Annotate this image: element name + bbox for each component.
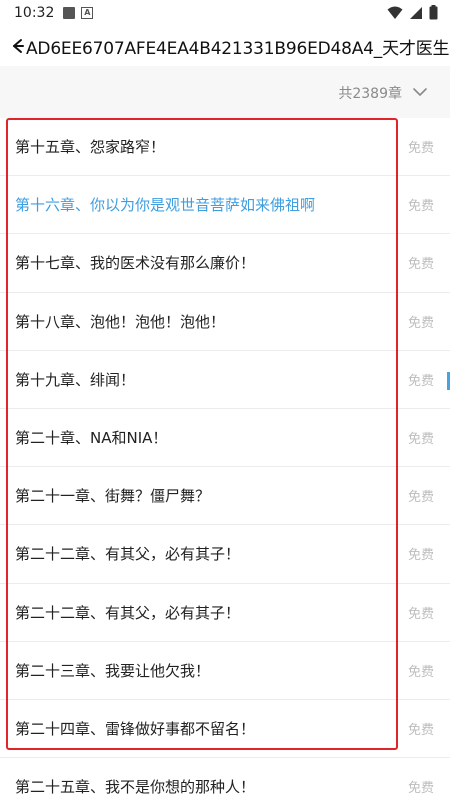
free-badge: 免费 [407,722,434,738]
page-title: AD6EE6707AFE4EA4B421331B96ED48A4_天才医生 [26,38,450,59]
chapter-row[interactable]: 第二十一章、街舞？僵尸舞？ 免费 [0,467,450,526]
free-badge: 免费 [407,432,434,448]
signal-icon [410,6,422,19]
chapter-row[interactable]: 第十五章、怨家路窄！ 免费 [0,118,450,177]
chapter-row[interactable]: 第十六章、你以为你是观世音菩萨如来佛祖啊 免费 [0,176,450,235]
wifi-icon [387,6,403,19]
battery-icon [429,5,438,20]
chapter-title: 第十七章、我的医术没有那么廉价！ [15,254,256,273]
free-badge: 免费 [407,141,434,157]
notification-square-icon [63,7,76,19]
chapter-title: 第十九章、绯闻！ [15,370,136,389]
free-badge: 免费 [407,781,434,797]
chapter-row[interactable]: 第二十三章、我要让他欠我！ 免费 [0,642,450,700]
chapter-title: 第二十二章、有其父，必有其子！ [15,603,241,622]
free-badge: 免费 [407,606,434,622]
chapter-title: 第二十四章、雷锋做好事都不留名！ [15,719,256,738]
chapter-title: 第二十一章、街舞？僵尸舞？ [15,487,211,506]
chapter-row[interactable]: 第二十章、NA和NIA！ 免费 [0,409,450,468]
free-badge: 免费 [407,315,434,331]
free-badge: 免费 [407,257,434,273]
chapter-title: 第十八章、泡他！泡他！泡他！ [15,312,226,331]
chapter-row[interactable]: 第二十二章、有其父，必有其子！ 免费 [0,584,450,642]
chapter-row[interactable]: 第十七章、我的医术没有那么廉价！ 免费 [0,234,450,293]
chapter-row[interactable]: 第十九章、绯闻！ 免费 [0,351,450,409]
toolbar: AD6EE6707AFE4EA4B421331B96ED48A4_天才医生 [0,26,450,66]
status-time: 10:32 [14,5,55,21]
chapter-title: 第二十章、NA和NIA！ [15,429,168,448]
back-arrow-icon [13,39,24,53]
list-header: 共2389章 [0,66,450,118]
chapter-row[interactable]: 第二十二章、有其父，必有其子！ 免费 [0,525,450,584]
chapter-row[interactable]: 第二十五章、我不是你想的那种人！ 免费 [0,758,450,800]
chapter-list: 第十五章、怨家路窄！ 免费 第十六章、你以为你是观世音菩萨如来佛祖啊 免费 第十… [0,118,450,800]
free-badge: 免费 [407,199,434,215]
free-badge: 免费 [407,373,434,389]
chapter-title: 第十六章、你以为你是观世音菩萨如来佛祖啊 [15,196,316,215]
free-badge: 免费 [407,490,434,506]
chevron-down-icon[interactable] [412,86,428,98]
chapter-row[interactable]: 第二十四章、雷锋做好事都不留名！ 免费 [0,700,450,759]
status-bar: 10:32 A [0,0,450,26]
chapter-title: 第二十三章、我要让他欠我！ [15,661,211,680]
free-badge: 免费 [407,664,434,680]
chapter-count: 共2389章 [338,86,402,102]
chapter-title: 第二十五章、我不是你想的那种人！ [15,778,256,797]
chapter-title: 第十五章、怨家路窄！ [15,138,166,157]
a-icon: A [81,7,94,19]
chapter-row[interactable]: 第十八章、泡他！泡他！泡他！ 免费 [0,293,450,351]
chapter-title: 第二十二章、有其父，必有其子！ [15,545,241,564]
free-badge: 免费 [407,548,434,564]
